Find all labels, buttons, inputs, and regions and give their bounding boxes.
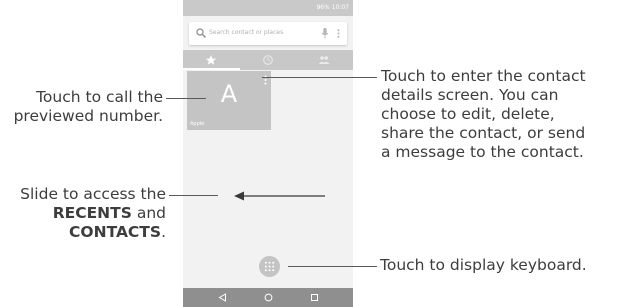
tab-favorites[interactable] [183, 50, 240, 70]
callout-line-slide [169, 195, 218, 197]
back-icon[interactable] [217, 292, 228, 303]
caption-call: Touch to call the previewed number. [13, 88, 163, 125]
phone-screen: 96% 10:07 Search contact or places A App… [183, 0, 353, 307]
caption-details: Touch to enter the contact details scree… [381, 67, 586, 161]
contact-tile[interactable]: A Apple [187, 71, 271, 130]
contact-name: Apple [190, 121, 205, 127]
callout-line-keyboard [288, 266, 377, 268]
callout-line-details [262, 77, 377, 79]
caption-keyboard: Touch to display keyboard. [380, 256, 587, 274]
microphone-icon[interactable] [321, 28, 329, 39]
people-icon [318, 56, 330, 64]
star-icon [205, 55, 217, 65]
dialpad-icon [264, 261, 275, 272]
callout-line-call [166, 98, 206, 100]
contact-initial: A [220, 80, 238, 108]
tab-contacts[interactable] [296, 50, 353, 70]
search-icon [196, 28, 207, 39]
home-icon[interactable] [263, 292, 274, 303]
contacts-label: CONTACTS [69, 223, 162, 241]
tab-bar [183, 50, 353, 70]
dialpad-button[interactable] [259, 256, 280, 277]
swipe-left-arrow [234, 191, 325, 201]
navigation-bar [183, 288, 353, 307]
clock-icon [262, 55, 273, 65]
status-bar-text: 96% 10:07 [316, 4, 349, 11]
tab-indicator [183, 68, 240, 70]
overview-icon[interactable] [309, 292, 320, 303]
caption-slide: Slide to access the RECENTS and CONTACTS… [20, 185, 166, 241]
more-options-icon[interactable] [337, 29, 340, 38]
recents-label: RECENTS [52, 204, 132, 222]
search-bar[interactable]: Search contact or places [189, 22, 347, 45]
search-placeholder: Search contact or places [209, 29, 284, 36]
tab-recents[interactable] [240, 50, 297, 70]
status-bar: 96% 10:07 [183, 0, 353, 16]
